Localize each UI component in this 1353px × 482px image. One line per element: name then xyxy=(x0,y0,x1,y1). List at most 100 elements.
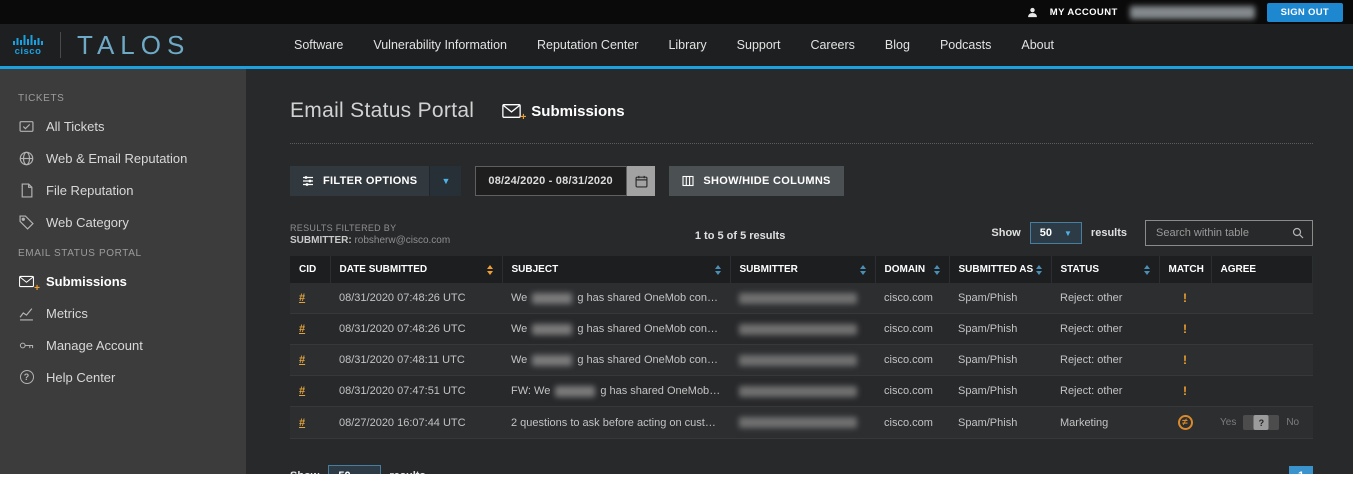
submissions-envelope-icon: + xyxy=(502,104,526,123)
cell-match: ! xyxy=(1159,283,1211,314)
show-hide-columns-button[interactable]: SHOW/HIDE COLUMNS xyxy=(669,166,844,196)
sort-icon xyxy=(933,265,940,275)
agree-no-label: No xyxy=(1286,417,1300,428)
cid-link[interactable]: # xyxy=(299,323,305,335)
nav-item-reputation-center[interactable]: Reputation Center xyxy=(537,38,638,52)
nav-item-vulnerability-information[interactable]: Vulnerability Information xyxy=(373,38,507,52)
sort-icon xyxy=(859,265,866,275)
filter-summary: RESULTS FILTERED BY SUBMITTER: robsherw@… xyxy=(290,223,450,246)
filter-sliders-icon xyxy=(303,176,313,186)
filter-summary-key: SUBMITTER: xyxy=(290,235,352,246)
sidebar-item-web-category[interactable]: Web Category xyxy=(0,206,246,238)
sidebar-item-label: Help Center xyxy=(46,369,116,385)
col-header-domain[interactable]: DOMAIN xyxy=(875,256,950,283)
col-header-status[interactable]: STATUS xyxy=(1051,256,1160,283)
sidebar-item-web-email-reputation[interactable]: Web & Email Reputation xyxy=(0,142,246,174)
sidebar-item-metrics[interactable]: Metrics xyxy=(0,297,246,329)
sidebar-item-label: All Tickets xyxy=(46,118,105,134)
cell-submitted-as: Spam/Phish xyxy=(949,283,1051,314)
chevron-down-icon: ▼ xyxy=(1064,228,1072,238)
main-content: Email Status Portal + Submissions FILTER… xyxy=(246,69,1353,474)
cisco-talos-logo[interactable]: cisco TALOS xyxy=(0,32,234,58)
cell-status: Reject: other xyxy=(1051,344,1159,376)
cell-date: 08/31/2020 07:48:26 UTC xyxy=(330,313,502,345)
cid-link[interactable]: # xyxy=(299,354,305,366)
col-header-date-submitted[interactable]: DATE SUBMITTED xyxy=(330,256,503,283)
sidebar-item-help-center[interactable]: ? Help Center xyxy=(0,361,246,393)
cid-link[interactable]: # xyxy=(299,417,305,429)
sidebar-item-submissions[interactable]: + Submissions xyxy=(0,265,246,297)
sidebar-item-all-tickets[interactable]: All Tickets xyxy=(0,110,246,142)
cell-submitter xyxy=(730,375,875,407)
chevron-down-icon: ▼ xyxy=(429,166,462,196)
redacted-subject-text xyxy=(532,292,573,304)
cid-link[interactable]: # xyxy=(299,385,305,397)
show-label: Show xyxy=(991,227,1021,239)
sidebar-item-file-reputation[interactable]: File Reputation xyxy=(0,174,246,206)
cell-status: Reject: other xyxy=(1051,283,1159,314)
redacted-subject-text xyxy=(555,385,596,397)
exclamation-icon: ! xyxy=(1183,322,1187,336)
exclamation-icon: ! xyxy=(1183,384,1187,398)
cell-subject: FW: Weg has shared OneMob conte.. xyxy=(502,375,730,407)
col-header-subject[interactable]: SUBJECT xyxy=(502,256,731,283)
globe-icon xyxy=(18,150,35,166)
cell-agree xyxy=(1211,283,1313,314)
cisco-wordmark: cisco xyxy=(14,45,42,57)
table-row: # 08/31/2020 07:48:26 UTC We g has shared… xyxy=(290,283,1313,314)
table-meta-row: RESULTS FILTERED BY SUBMITTER: robsherw@… xyxy=(290,220,1313,246)
sort-icon xyxy=(714,265,721,275)
cell-match: ! xyxy=(1159,375,1211,407)
cisco-bars-icon xyxy=(13,34,43,45)
nav-item-careers[interactable]: Careers xyxy=(810,38,854,52)
cell-submitted-as: Spam/Phish xyxy=(949,406,1051,439)
agree-yes-label: Yes xyxy=(1220,417,1237,428)
calendar-icon xyxy=(635,175,648,188)
title-row: Email Status Portal + Submissions xyxy=(290,99,1313,123)
filter-options-label: FILTER OPTIONS xyxy=(323,175,418,187)
nav-item-software[interactable]: Software xyxy=(294,38,343,52)
envelope-plus-icon: + xyxy=(18,273,40,294)
results-per-page-select[interactable]: 50 ▼ xyxy=(328,465,381,475)
sort-icon xyxy=(486,265,493,275)
cid-link[interactable]: # xyxy=(299,292,305,304)
redacted-submitter xyxy=(739,292,857,304)
my-account-link[interactable]: MY ACCOUNT xyxy=(1050,7,1118,18)
filter-options-button[interactable]: FILTER OPTIONS ▼ xyxy=(290,166,462,196)
col-header-submitter[interactable]: SUBMITTER xyxy=(730,256,876,283)
sidebar-item-label: Metrics xyxy=(46,305,88,321)
cell-submitted-as: Spam/Phish xyxy=(949,313,1051,345)
table-header-row: CID DATE SUBMITTED SUBJECT SUBMITTER DOM… xyxy=(290,256,1313,283)
cell-date: 08/31/2020 07:47:51 UTC xyxy=(330,375,502,407)
cell-submitted-as: Spam/Phish xyxy=(949,344,1051,376)
cell-date: 08/31/2020 07:48:26 UTC xyxy=(330,283,502,314)
nav-item-support[interactable]: Support xyxy=(737,38,781,52)
key-icon xyxy=(18,337,35,353)
nav-item-about[interactable]: About xyxy=(1021,38,1054,52)
sidebar-item-manage-account[interactable]: Manage Account xyxy=(0,329,246,361)
cell-date: 08/27/2020 16:07:44 UTC xyxy=(330,406,502,439)
results-label: results xyxy=(1090,227,1127,239)
sign-out-button[interactable]: SIGN OUT xyxy=(1266,2,1343,22)
pagination-page-1[interactable]: 1 xyxy=(1289,465,1313,474)
sidebar-section-tickets: TICKETS xyxy=(18,93,65,104)
chevron-down-icon: ▼ xyxy=(363,472,371,475)
col-header-submitted-as[interactable]: SUBMITTED AS xyxy=(949,256,1052,283)
tag-icon xyxy=(18,214,35,230)
calendar-button[interactable] xyxy=(627,166,656,196)
nav-item-blog[interactable]: Blog xyxy=(885,38,910,52)
sidebar: TICKETS All Tickets Web & Email Reputati… xyxy=(0,69,246,474)
page-title: Email Status Portal xyxy=(290,99,475,122)
date-range-input[interactable]: 08/24/2020 - 08/31/2020 xyxy=(475,166,628,196)
cell-subject: We g has shared OneMob content w... xyxy=(502,313,730,345)
nav-item-library[interactable]: Library xyxy=(668,38,706,52)
search-input[interactable] xyxy=(1154,226,1292,240)
results-per-page-select[interactable]: 50 ▼ xyxy=(1029,222,1082,244)
nav-item-podcasts[interactable]: Podcasts xyxy=(940,38,991,52)
redacted-subject-text xyxy=(532,354,573,366)
cell-match: ! xyxy=(1159,313,1211,345)
cell-agree xyxy=(1211,375,1313,407)
show-results-control-top: Show 50 ▼ results xyxy=(991,222,1127,244)
cell-submitter xyxy=(730,406,875,439)
agree-toggle[interactable]: ? xyxy=(1243,415,1280,430)
